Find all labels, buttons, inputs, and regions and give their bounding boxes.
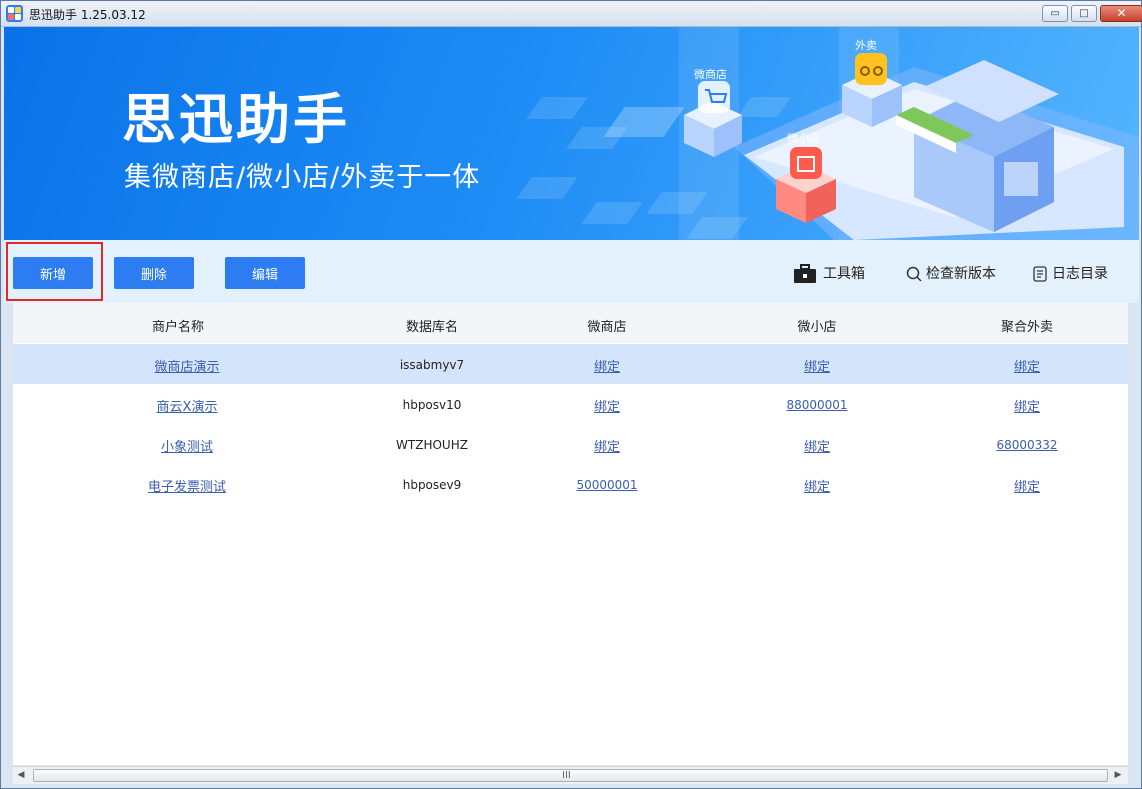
scroll-thumb[interactable]: III bbox=[33, 769, 1108, 782]
waimai-link[interactable]: 绑定 bbox=[1014, 476, 1040, 495]
weixiaodian-link[interactable]: 绑定 bbox=[804, 476, 830, 495]
weixiaodian-link[interactable]: 绑定 bbox=[804, 356, 830, 375]
database-name: hbposev9 bbox=[402, 478, 462, 492]
check-update-label: 检查新版本 bbox=[926, 266, 996, 282]
close-button[interactable]: ✕ bbox=[1100, 5, 1142, 22]
banner-title: 思迅助手 bbox=[122, 88, 350, 151]
scroll-grip-icon: III bbox=[562, 770, 571, 781]
window-title: 思迅助手 1.25.03.12 bbox=[29, 8, 146, 22]
scroll-right-arrow-icon[interactable]: ▶ bbox=[1113, 770, 1123, 780]
badge-weixiaodian: 微小店 bbox=[787, 132, 820, 145]
database-name: WTZHOUHZ bbox=[396, 438, 468, 452]
badge-waimai: 外卖 bbox=[855, 39, 877, 52]
title-bar: 思迅助手 1.25.03.12 ▭ □ ✕ bbox=[1, 1, 1142, 27]
weixiaodian-link[interactable]: 88000001 bbox=[786, 398, 847, 412]
table-row[interactable]: 小象测试 WTZHOUHZ 绑定 绑定 68000332 bbox=[13, 424, 1128, 464]
toolbox-label: 工具箱 bbox=[823, 266, 865, 282]
log-dir-label: 日志目录 bbox=[1052, 266, 1108, 282]
waimai-link[interactable]: 绑定 bbox=[1014, 396, 1040, 415]
maximize-icon: □ bbox=[1079, 8, 1089, 19]
badge-weishangdian: 微商店 bbox=[694, 68, 727, 81]
toolbox-icon bbox=[794, 264, 816, 283]
weishangdian-link[interactable]: 绑定 bbox=[594, 356, 620, 375]
delete-button[interactable]: 删除 bbox=[114, 257, 194, 289]
close-icon: ✕ bbox=[1116, 6, 1127, 20]
search-icon bbox=[906, 266, 922, 282]
table-header: 商户名称 数据库名 微商店 微小店 聚合外卖 bbox=[13, 303, 1128, 343]
column-header-weixiaodian[interactable]: 微小店 bbox=[797, 316, 836, 335]
merchant-table: 商户名称 数据库名 微商店 微小店 聚合外卖 微商店演示 issabmyv7 绑… bbox=[13, 303, 1128, 765]
weixiaodian-link[interactable]: 绑定 bbox=[804, 436, 830, 455]
minimize-icon: ▭ bbox=[1050, 8, 1060, 19]
column-header-waimai[interactable]: 聚合外卖 bbox=[1001, 316, 1053, 335]
edit-button[interactable]: 编辑 bbox=[225, 257, 305, 289]
table-row[interactable]: 商云X演示 hbposv10 绑定 88000001 绑定 bbox=[13, 384, 1128, 424]
banner-subtitle: 集微商店/微小店/外卖于一体 bbox=[124, 162, 481, 193]
column-header-database-name[interactable]: 数据库名 bbox=[406, 316, 458, 335]
toolbox-button[interactable]: 工具箱 bbox=[793, 263, 865, 284]
app-logo-icon bbox=[6, 5, 23, 22]
add-button[interactable]: 新增 bbox=[13, 257, 93, 289]
app-window: 思迅助手 1.25.03.12 ▭ □ ✕ 微商店 外卖 微小店 思迅助手 集微… bbox=[0, 0, 1142, 789]
table-row[interactable]: 电子发票测试 hbposev9 50000001 绑定 绑定 bbox=[13, 464, 1128, 504]
log-dir-button[interactable]: 日志目录 bbox=[1033, 263, 1108, 283]
weishangdian-link[interactable]: 绑定 bbox=[594, 436, 620, 455]
weishangdian-link[interactable]: 50000001 bbox=[576, 478, 637, 492]
store-illustration bbox=[679, 27, 1139, 240]
maximize-button[interactable]: □ bbox=[1071, 5, 1097, 22]
merchant-name-link[interactable]: 电子发票测试 bbox=[148, 476, 226, 495]
minimize-button[interactable]: ▭ bbox=[1042, 5, 1068, 22]
merchant-name-link[interactable]: 商云X演示 bbox=[157, 396, 218, 415]
waimai-link[interactable]: 绑定 bbox=[1014, 356, 1040, 375]
waimai-link[interactable]: 68000332 bbox=[996, 438, 1057, 452]
document-icon bbox=[1033, 266, 1047, 282]
column-header-weishangdian[interactable]: 微商店 bbox=[587, 316, 626, 335]
column-header-merchant-name[interactable]: 商户名称 bbox=[152, 316, 204, 335]
horizontal-scrollbar[interactable]: ◀ III ▶ bbox=[13, 766, 1128, 784]
table-row[interactable]: 微商店演示 issabmyv7 绑定 绑定 绑定 bbox=[13, 344, 1128, 384]
scroll-left-arrow-icon[interactable]: ◀ bbox=[16, 770, 26, 780]
toolbar: 新增 删除 编辑 工具箱 检查新版本 日志目录 bbox=[4, 240, 1139, 303]
merchant-name-link[interactable]: 小象测试 bbox=[161, 436, 213, 455]
check-update-button[interactable]: 检查新版本 bbox=[906, 263, 996, 283]
hero-banner: 微商店 外卖 微小店 思迅助手 集微商店/微小店/外卖于一体 bbox=[4, 27, 1139, 240]
database-name: issabmyv7 bbox=[399, 358, 465, 372]
weishangdian-link[interactable]: 绑定 bbox=[594, 396, 620, 415]
database-name: hbposv10 bbox=[402, 398, 462, 412]
merchant-name-link[interactable]: 微商店演示 bbox=[154, 356, 219, 375]
